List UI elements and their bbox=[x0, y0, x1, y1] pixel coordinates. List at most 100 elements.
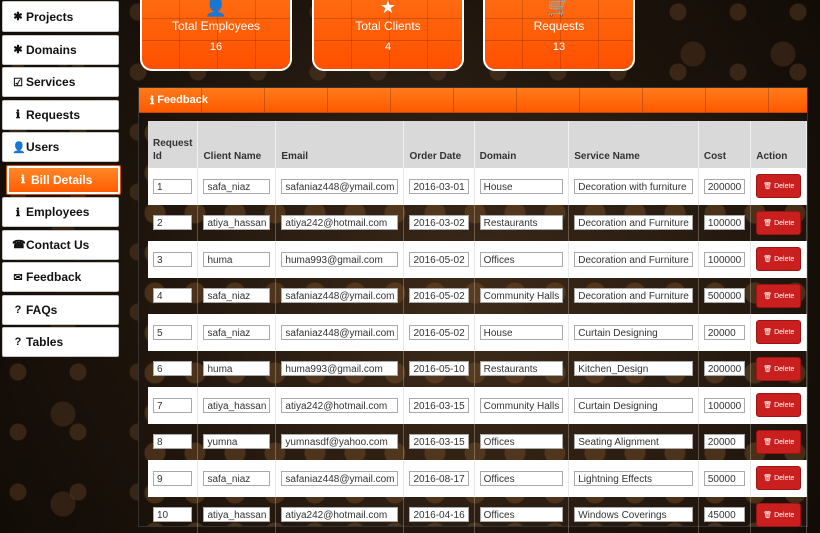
request-id-field[interactable]: 10 bbox=[153, 507, 192, 522]
sidebar-item-projects[interactable]: ✱Projects bbox=[2, 1, 119, 32]
sidebar-item-contact-us[interactable]: ☎Contact Us bbox=[2, 230, 119, 260]
action-cell: 🗑 Delete bbox=[751, 241, 807, 278]
order-date-field[interactable]: 2016-05-02 bbox=[409, 252, 468, 267]
sidebar-item-faqs[interactable]: ?FAQs bbox=[2, 295, 119, 325]
sidebar-item-employees[interactable]: ℹEmployees bbox=[2, 197, 119, 227]
service-name-field[interactable]: Decoration with furniture bbox=[574, 179, 693, 194]
order-date-field[interactable]: 2016-03-15 bbox=[409, 434, 468, 449]
delete-button[interactable]: 🗑 Delete bbox=[756, 503, 801, 527]
request-id-field[interactable]: 9 bbox=[153, 471, 192, 486]
service-name-field[interactable]: Lightning Effects bbox=[574, 471, 693, 486]
email-field[interactable]: atiya242@hotmail.com bbox=[281, 215, 398, 230]
cost-field[interactable]: 500000 bbox=[704, 288, 745, 303]
client-name-field[interactable]: atiya_hassan bbox=[203, 507, 270, 522]
table-cell: Offices bbox=[474, 241, 569, 278]
delete-button[interactable]: 🗑 Delete bbox=[756, 320, 801, 344]
cost-field[interactable]: 45000 bbox=[704, 507, 745, 522]
client-name-field[interactable]: huma bbox=[203, 252, 270, 267]
email-field[interactable]: safaniaz448@ymail.com bbox=[281, 288, 398, 303]
client-name-field[interactable]: atiya_hassan bbox=[203, 215, 270, 230]
domain-field[interactable]: Offices bbox=[480, 507, 564, 522]
service-name-field[interactable]: Seating Alignment bbox=[574, 434, 693, 449]
stat-label: Total Clients bbox=[314, 19, 462, 33]
delete-button[interactable]: 🗑 Delete bbox=[756, 357, 801, 381]
domain-field[interactable]: House bbox=[480, 325, 564, 340]
service-name-field[interactable]: Curtain Designing bbox=[574, 325, 693, 340]
request-id-field[interactable]: 4 bbox=[153, 288, 192, 303]
client-name-field[interactable]: safa_niaz bbox=[203, 471, 270, 486]
stat-card-total-clients[interactable]: ★ Total Clients 4 bbox=[312, 0, 464, 71]
order-date-field[interactable]: 2016-08-17 bbox=[409, 471, 468, 486]
order-date-field[interactable]: 2016-03-01 bbox=[409, 179, 468, 194]
domain-field[interactable]: Restaurants bbox=[480, 361, 564, 376]
order-date-field[interactable]: 2016-04-16 bbox=[409, 507, 468, 522]
cost-field[interactable]: 20000 bbox=[704, 325, 745, 340]
service-name-field[interactable]: Kitchen_Design bbox=[574, 361, 693, 376]
service-name-field[interactable]: Windows Coverings bbox=[574, 507, 693, 522]
request-id-field[interactable]: 3 bbox=[153, 252, 192, 267]
client-name-field[interactable]: huma bbox=[203, 361, 270, 376]
stat-card-requests[interactable]: 🛒 Requests 13 bbox=[483, 0, 635, 71]
delete-button[interactable]: 🗑 Delete bbox=[756, 466, 801, 490]
domain-field[interactable]: Offices bbox=[480, 434, 564, 449]
delete-button[interactable]: 🗑 Delete bbox=[756, 174, 801, 198]
cost-field[interactable]: 50000 bbox=[704, 471, 745, 486]
email-field[interactable]: atiya242@hotmail.com bbox=[281, 398, 398, 413]
request-id-field[interactable]: 1 bbox=[153, 179, 192, 194]
client-name-field[interactable]: atiya_hassan bbox=[203, 398, 270, 413]
delete-button[interactable]: 🗑 Delete bbox=[756, 211, 801, 235]
column-header: Order Date bbox=[404, 121, 474, 168]
email-field[interactable]: safaniaz448@ymail.com bbox=[281, 471, 398, 486]
sidebar-item-domains[interactable]: ✱Domains bbox=[2, 35, 119, 65]
request-id-field[interactable]: 7 bbox=[153, 398, 192, 413]
delete-button[interactable]: 🗑 Delete bbox=[756, 430, 801, 454]
email-field[interactable]: huma993@gmail.com bbox=[281, 252, 398, 267]
cost-field[interactable]: 20000 bbox=[704, 434, 745, 449]
request-id-field[interactable]: 2 bbox=[153, 215, 192, 230]
email-field[interactable]: atiya242@hotmail.com bbox=[281, 507, 398, 522]
email-field[interactable]: safaniaz448@ymail.com bbox=[281, 179, 398, 194]
request-id-field[interactable]: 8 bbox=[153, 434, 192, 449]
domain-field[interactable]: Community Halls bbox=[480, 288, 564, 303]
domain-field[interactable]: House bbox=[480, 179, 564, 194]
domain-field[interactable]: Offices bbox=[480, 252, 564, 267]
sidebar-item-tables[interactable]: ?Tables bbox=[2, 327, 119, 357]
service-name-field[interactable]: Decoration and Furniture bbox=[574, 288, 693, 303]
sidebar-item-requests[interactable]: ℹRequests bbox=[2, 100, 119, 130]
service-name-field[interactable]: Decoration and Furniture bbox=[574, 215, 693, 230]
service-name-field[interactable]: Curtain Designing bbox=[574, 398, 693, 413]
client-name-field[interactable]: safa_niaz bbox=[203, 325, 270, 340]
delete-label: Delete bbox=[774, 329, 794, 336]
client-name-field[interactable]: safa_niaz bbox=[203, 179, 270, 194]
domain-field[interactable]: Community Halls bbox=[480, 398, 564, 413]
delete-button[interactable]: 🗑 Delete bbox=[756, 284, 801, 308]
cost-field[interactable]: 100000 bbox=[704, 215, 745, 230]
stat-card-total-employees[interactable]: 👤 Total Employees 16 bbox=[140, 0, 292, 71]
sidebar-item-bill-details[interactable]: ℹBill Details bbox=[6, 165, 121, 195]
trash-icon: 🗑 bbox=[763, 366, 774, 373]
client-name-field[interactable]: safa_niaz bbox=[203, 288, 270, 303]
request-id-field[interactable]: 5 bbox=[153, 325, 192, 340]
order-date-field[interactable]: 2016-03-02 bbox=[409, 215, 468, 230]
cost-field[interactable]: 200000 bbox=[704, 179, 745, 194]
service-name-field[interactable]: Decoration and Furniture bbox=[574, 252, 693, 267]
delete-button[interactable]: 🗑 Delete bbox=[756, 247, 801, 271]
order-date-field[interactable]: 2016-05-02 bbox=[409, 288, 468, 303]
email-field[interactable]: huma993@gmail.com bbox=[281, 361, 398, 376]
sidebar-item-feedback[interactable]: ✉Feedback bbox=[2, 262, 119, 292]
client-name-field[interactable]: yumna bbox=[203, 434, 270, 449]
cost-field[interactable]: 200000 bbox=[704, 361, 745, 376]
domain-field[interactable]: Offices bbox=[480, 471, 564, 486]
order-date-field[interactable]: 2016-03-15 bbox=[409, 398, 468, 413]
cost-field[interactable]: 100000 bbox=[704, 252, 745, 267]
request-id-field[interactable]: 6 bbox=[153, 361, 192, 376]
order-date-field[interactable]: 2016-05-10 bbox=[409, 361, 468, 376]
domain-field[interactable]: Restaurants bbox=[480, 215, 564, 230]
email-field[interactable]: yumnasdf@yahoo.com bbox=[281, 434, 398, 449]
sidebar-item-users[interactable]: 👤Users bbox=[2, 132, 119, 162]
delete-button[interactable]: 🗑 Delete bbox=[756, 393, 801, 417]
cost-field[interactable]: 100000 bbox=[704, 398, 745, 413]
order-date-field[interactable]: 2016-05-02 bbox=[409, 325, 468, 340]
sidebar-item-services[interactable]: ☑Services bbox=[2, 67, 119, 97]
email-field[interactable]: safaniaz448@ymail.com bbox=[281, 325, 398, 340]
